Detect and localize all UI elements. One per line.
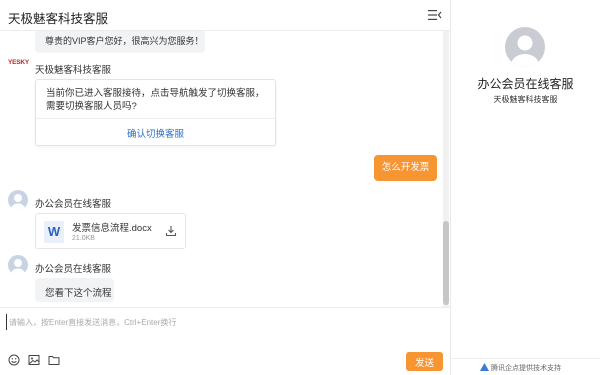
avatar — [8, 255, 28, 275]
card-text: 当前你已进入客服接待，点击导航触发了切换客服，需要切换客服人员吗? — [46, 88, 265, 112]
agent-company: 天极魅客科技客服 — [493, 95, 558, 104]
chat-pane: 天极魅客科技客服 尊贵的VIP客户您好，很高兴为您服务！ YESKY 天极魅客科… — [0, 0, 451, 375]
switch-agent-card: 当前你已进入客服接待，点击导航触发了切换客服，需要切换客服人员吗? 确认切换客服 — [35, 79, 276, 146]
agent-avatar — [505, 27, 545, 67]
powered-by-footer: 腾讯企点提供技术支持 — [451, 358, 600, 375]
message-list[interactable]: 尊贵的VIP客户您好，很高兴为您服务！ YESKY 天极魅客科技客服 当前你已进… — [0, 31, 450, 307]
agent-name: 办公会员在线客服 — [477, 77, 574, 91]
bot-logo: YESKY — [8, 59, 30, 66]
file-name: 发票信息流程.docx — [72, 223, 152, 234]
user-message-bubble: 怎么开发票 — [374, 155, 437, 181]
agent-message-bubble: 您看下这个流程 — [35, 278, 114, 302]
footer-text: 腾讯企点提供技术支持 — [491, 365, 561, 372]
chat-header: 天极魅客科技客服 — [0, 0, 450, 31]
file-attachment[interactable]: W 发票信息流程.docx 21.0KB — [35, 213, 186, 249]
message-input[interactable] — [6, 314, 436, 330]
card-divider — [36, 118, 275, 119]
agent-info-panel: 办公会员在线客服 天极魅客科技客服 腾讯企点提供技术支持 — [451, 0, 600, 375]
folder-icon[interactable] — [48, 354, 60, 366]
chat-window: 天极魅客科技客服 尊贵的VIP客户您好，很高兴为您服务！ YESKY 天极魅客科… — [0, 0, 600, 375]
user-silhouette-icon — [511, 35, 539, 67]
agent-sender-name: 办公会员在线客服 — [35, 199, 112, 210]
greeting-text: 尊贵的VIP客户您好，很高兴为您服务！ — [45, 36, 204, 46]
user-silhouette-icon — [11, 259, 25, 275]
send-button[interactable]: 发送 — [406, 352, 443, 371]
user-silhouette-icon — [11, 194, 25, 210]
image-icon[interactable] — [28, 354, 40, 366]
collapse-menu-icon[interactable] — [428, 9, 442, 21]
greeting-bubble: 尊贵的VIP客户您好，很高兴为您服务！ — [35, 31, 205, 53]
download-icon[interactable] — [165, 225, 177, 237]
bot-sender-name: 天极魅客科技客服 — [35, 65, 112, 76]
message-scrollbar[interactable] — [443, 31, 449, 307]
avatar — [8, 190, 28, 210]
agent-message-text: 您看下这个流程 — [45, 288, 112, 299]
scrollbar-thumb[interactable] — [443, 221, 449, 305]
confirm-switch-link[interactable]: 确认切换客服 — [36, 126, 275, 140]
emoji-icon[interactable] — [8, 354, 20, 366]
page-title: 天极魅客科技客服 — [8, 12, 109, 26]
composer: 发送 — [0, 307, 450, 375]
qidian-logo-icon — [480, 363, 489, 371]
agent-sender-name: 办公会员在线客服 — [35, 264, 112, 275]
word-file-icon: W — [44, 221, 64, 243]
file-size: 21.0KB — [72, 235, 95, 242]
